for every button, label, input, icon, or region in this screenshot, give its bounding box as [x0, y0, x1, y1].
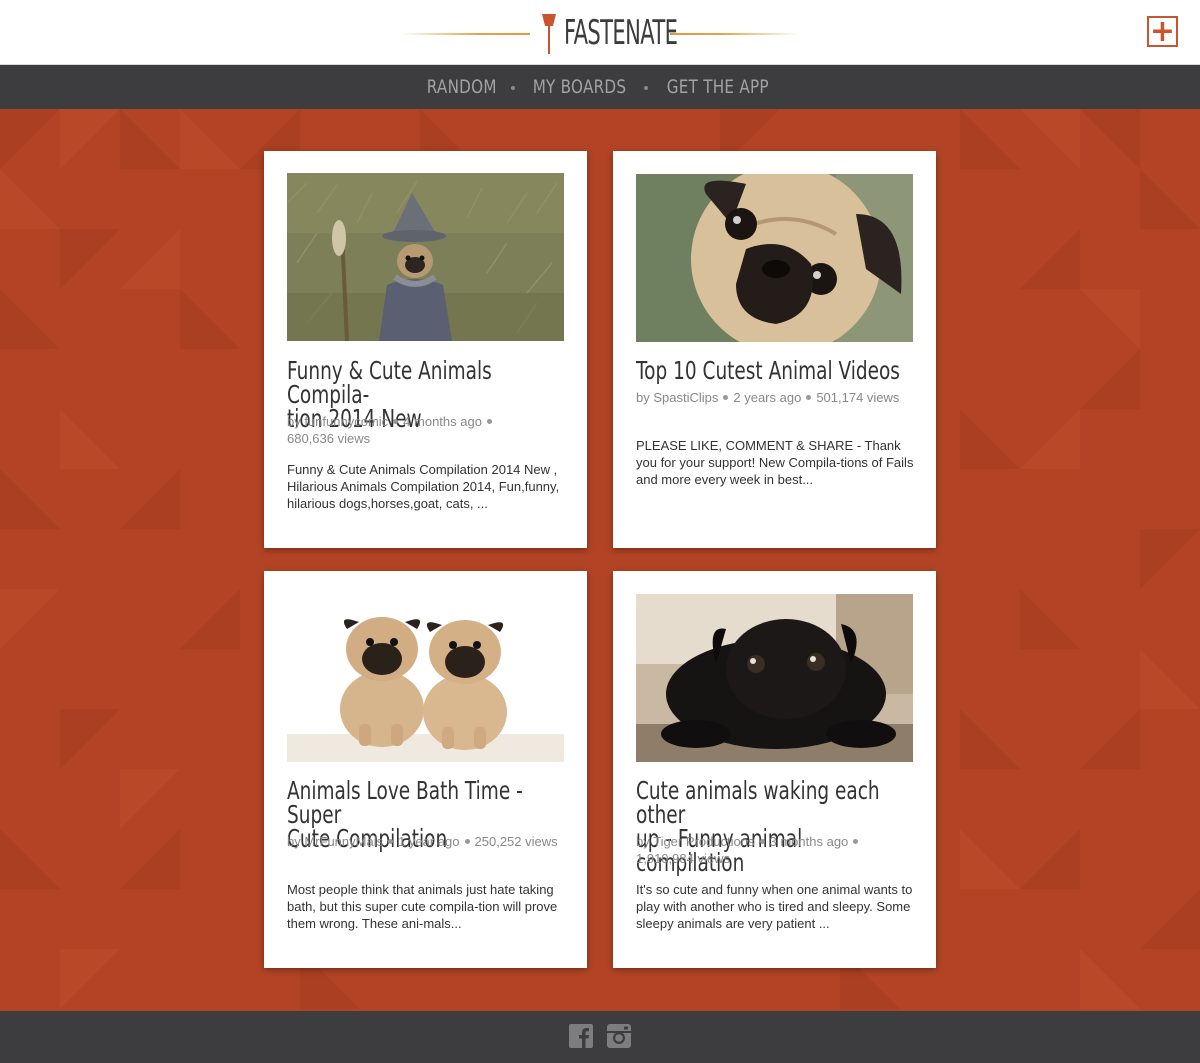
pug-wizard-image	[287, 173, 564, 341]
card-thumbnail[interactable]	[287, 173, 564, 341]
pin-icon	[542, 14, 556, 54]
nav-separator	[644, 86, 649, 90]
nav-separator	[511, 86, 516, 90]
card-views: 1,910,984 views	[636, 851, 730, 866]
logo[interactable]: FASTENATE	[400, 12, 800, 56]
logo-line-right	[670, 33, 800, 35]
background-pattern	[0, 109, 1200, 1011]
add-button[interactable]: +	[1147, 16, 1178, 47]
card-author[interactable]: by funfunnycomic	[287, 414, 388, 429]
logo-text: FASTENATE	[564, 13, 678, 53]
nav-random[interactable]: RANDOM	[427, 76, 497, 98]
card-age: 4 months ago	[403, 414, 482, 429]
card-thumbnail[interactable]	[636, 594, 913, 762]
card-meta: by SpastiClips 2 years ago 501,174 views	[636, 389, 916, 406]
nav-get-the-app[interactable]: GET THE APP	[667, 76, 769, 98]
card-thumbnail[interactable]	[287, 594, 564, 762]
card-views: 501,174 views	[816, 390, 900, 405]
card-description: PLEASE LIKE, COMMENT & SHARE - Thank you…	[636, 438, 914, 487]
logo-mark: FASTENATE	[542, 12, 678, 56]
video-card[interactable]: Animals Love Bath Time - Super Cute Comp…	[264, 571, 587, 968]
card-author[interactable]: by MrFunnyMals	[287, 834, 383, 849]
nav-my-boards[interactable]: MY BOARDS	[533, 76, 627, 98]
black-pug-image	[636, 594, 913, 762]
pug-closeup-image	[636, 174, 913, 342]
card-age: 1 year ago	[398, 834, 460, 849]
card-author[interactable]: by SpastiClips	[636, 390, 718, 405]
site-footer	[0, 1011, 1200, 1063]
plus-icon: +	[1149, 13, 1176, 49]
triangle-pattern	[0, 109, 1200, 1011]
card-description: It's so cute and funny when one animal w…	[636, 882, 913, 931]
card-views: 250,252 views	[474, 834, 558, 849]
site-header: FASTENATE +	[0, 0, 1200, 65]
instagram-icon[interactable]	[607, 1024, 631, 1048]
video-card[interactable]: Top 10 Cutest Animal Videos by SpastiCli…	[613, 151, 936, 548]
card-views: 680,636 views	[287, 431, 371, 446]
card-author[interactable]: by Tiger Productions	[636, 834, 755, 849]
card-age: 2 years ago	[733, 390, 802, 405]
card-description: Funny & Cute Animals Compilation 2014 Ne…	[287, 462, 560, 511]
card-thumbnail[interactable]	[636, 174, 913, 342]
main-nav: RANDOM MY BOARDS GET THE APP	[0, 65, 1200, 109]
card-meta: by Tiger Productions 3 months ago 1,910,98…	[636, 833, 916, 867]
video-card[interactable]: Funny & Cute Animals Compila- tion 2014 …	[264, 151, 587, 548]
card-description: Most people think that animals just hate…	[287, 882, 558, 931]
card-meta: by MrFunnyMals 1 year ago 250,252 views	[287, 833, 567, 850]
video-card[interactable]: Cute animals waking each other up - Funn…	[613, 571, 936, 968]
two-pug-puppies-image	[287, 594, 564, 762]
logo-line-left	[400, 33, 530, 35]
card-title[interactable]: Top 10 Cutest Animal Videos	[636, 358, 916, 383]
card-meta: by funfunnycomic 4 months ago 680,636 view…	[287, 413, 567, 447]
facebook-icon[interactable]	[569, 1024, 593, 1048]
card-age: 3 months ago	[769, 834, 849, 849]
